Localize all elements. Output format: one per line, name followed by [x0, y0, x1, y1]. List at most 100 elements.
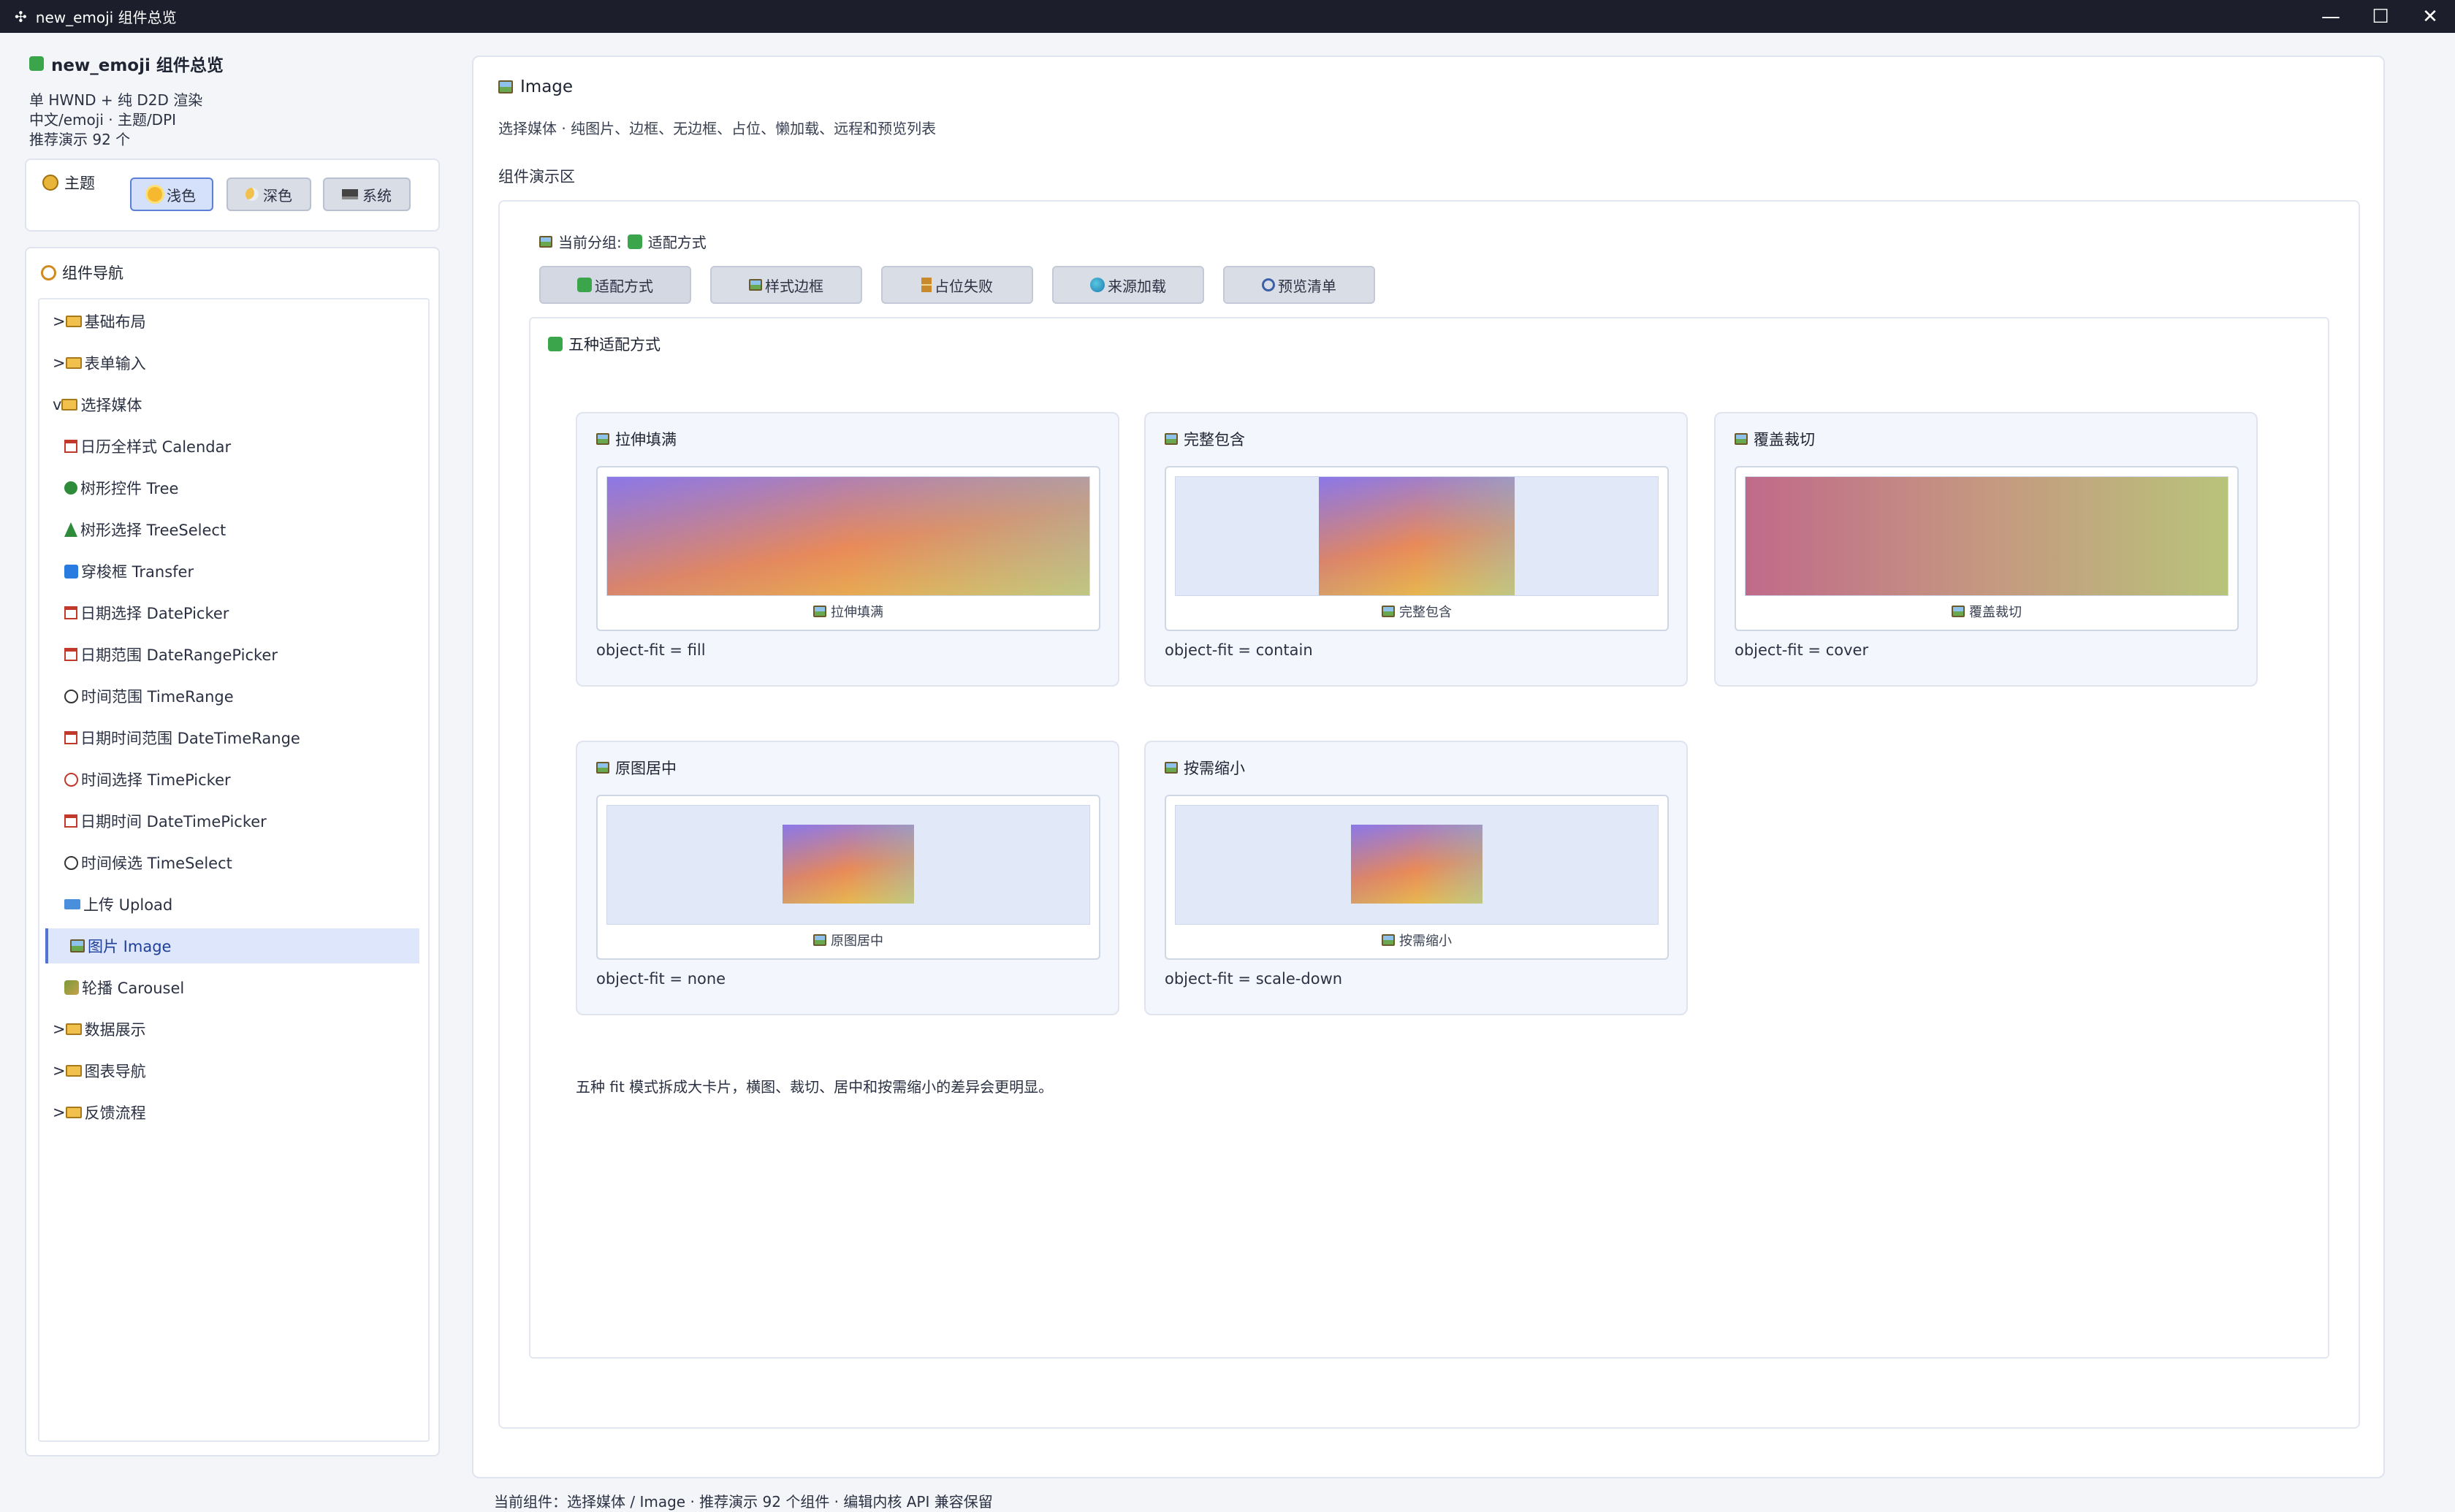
- globe-icon: [1090, 278, 1105, 292]
- picture-icon: [1952, 606, 1965, 617]
- page-title: Image: [498, 77, 573, 96]
- demo-image: [1319, 477, 1515, 595]
- nav-group-data-display[interactable]: > 数据展示: [39, 1012, 430, 1047]
- theme-light-button[interactable]: 浅色: [130, 177, 213, 211]
- demo-image: [1746, 477, 2228, 595]
- nav-item-datepicker[interactable]: 日期选择 DatePicker: [39, 595, 430, 630]
- minimize-button[interactable]: —: [2306, 0, 2356, 33]
- nav-item-timepicker[interactable]: 时间选择 TimePicker: [39, 762, 430, 797]
- demo-area: 当前分组: 适配方式 适配方式 样式边框 占位失败 来源加载 预览清单 五种适配…: [498, 200, 2360, 1429]
- image-viewport: [606, 476, 1090, 596]
- window-title: new_emoji 组件总览: [35, 9, 177, 26]
- info-line: 中文/emoji · 主题/DPI: [29, 111, 177, 129]
- image-frame[interactable]: 完整包含: [1165, 466, 1669, 631]
- image-viewport: [1175, 476, 1659, 596]
- tab-border-styles[interactable]: 样式边框: [710, 266, 862, 304]
- card-title: 完整包含: [1165, 428, 1245, 450]
- folder-icon: [65, 1107, 82, 1118]
- image-caption: 完整包含: [1166, 602, 1667, 621]
- image-frame[interactable]: 覆盖裁切: [1735, 466, 2239, 631]
- calendar-icon: [64, 606, 77, 619]
- image-viewport: [1175, 805, 1659, 925]
- alarm-clock-icon: [64, 772, 78, 787]
- nav-item-upload[interactable]: 上传 Upload: [39, 887, 430, 922]
- palette-icon: [42, 175, 58, 191]
- fit-value: object-fit = contain: [1165, 641, 1313, 659]
- puzzle-icon: [29, 56, 44, 71]
- image-viewport: [606, 805, 1090, 925]
- tab-fit-modes[interactable]: 适配方式: [539, 266, 691, 304]
- theme-card: 主题 浅色 深色 系统: [25, 159, 440, 232]
- card-title: 覆盖裁切: [1735, 428, 1815, 450]
- demo-image: [783, 825, 914, 904]
- swap-icon: [64, 564, 78, 579]
- nav-group-chart-nav[interactable]: > 图表导航: [39, 1053, 430, 1088]
- status-bar: 当前组件：选择媒体 / Image · 推荐演示 92 个组件 · 编辑内核 A…: [494, 1493, 993, 1511]
- folder-icon: [65, 316, 82, 327]
- nav-item-treeselect[interactable]: 树形选择 TreeSelect: [39, 512, 430, 547]
- section-footnote: 五种 fit 模式拆成大卡片，横图、裁切、居中和按需缩小的差异会更明显。: [576, 1078, 1054, 1096]
- tab-source-loading[interactable]: 来源加载: [1052, 266, 1204, 304]
- nav-item-calendar[interactable]: 日历全样式 Calendar: [39, 429, 430, 464]
- main-panel: Image 选择媒体 · 纯图片、边框、无边框、占位、懒加载、远程和预览列表 组…: [472, 56, 2385, 1478]
- fit-card-contain: 完整包含 完整包含 object-fit = contain: [1144, 412, 1688, 687]
- tab-placeholder-error[interactable]: 占位失败: [881, 266, 1033, 304]
- image-frame[interactable]: 原图居中: [596, 795, 1100, 960]
- nav-item-timeselect[interactable]: 时间候选 TimeSelect: [39, 845, 430, 880]
- nav-item-datetimepicker[interactable]: 日期时间 DateTimePicker: [39, 803, 430, 839]
- card-title: 拉伸填满: [596, 428, 677, 450]
- nav-item-transfer[interactable]: 穿梭框 Transfer: [39, 554, 430, 589]
- theme-dark-button[interactable]: 深色: [227, 177, 311, 211]
- image-caption: 拉伸填满: [598, 602, 1099, 621]
- calendar-icon: [64, 814, 77, 828]
- tree-icon: [64, 481, 77, 495]
- window-controls: — ☐ ✕: [2306, 0, 2455, 33]
- picture-icon: [1165, 762, 1178, 774]
- nav-group-select-media[interactable]: v 选择媒体: [39, 387, 430, 422]
- fit-value: object-fit = cover: [1735, 641, 1869, 659]
- picture-icon: [596, 762, 609, 774]
- inbox-tray-icon: [64, 899, 80, 909]
- image-viewport: [1745, 476, 2228, 596]
- nav-item-daterangepicker[interactable]: 日期范围 DateRangePicker: [39, 637, 430, 672]
- clock-icon: [64, 855, 78, 870]
- hourglass-icon: [921, 278, 932, 292]
- fit-value: object-fit = fill: [596, 641, 706, 659]
- theme-system-button[interactable]: 系统: [323, 177, 411, 211]
- picture-icon: [1382, 606, 1395, 617]
- nav-item-datetimerange[interactable]: 日期时间范围 DateTimeRange: [39, 720, 430, 755]
- sidebar-header: new_emoji 组件总览 单 HWND + 纯 D2D 渲染 中文/emoj…: [29, 51, 438, 150]
- nav-tree[interactable]: > 基础布局 > 表单输入 v 选择媒体 日历全样式 Calendar 树形控件 Tr…: [38, 298, 430, 1442]
- card-title: 原图居中: [596, 757, 677, 779]
- puzzle-icon: ✣: [15, 7, 27, 26]
- picture-icon: [498, 80, 513, 93]
- nav-item-carousel[interactable]: 轮播 Carousel: [39, 970, 430, 1005]
- info-line: 推荐演示 92 个: [29, 131, 131, 148]
- image-frame[interactable]: 按需缩小: [1165, 795, 1669, 960]
- close-button[interactable]: ✕: [2405, 0, 2455, 33]
- picture-icon: [539, 235, 552, 248]
- nav-item-timerange[interactable]: 时间范围 TimeRange: [39, 679, 430, 714]
- nav-item-image[interactable]: 图片 Image: [45, 928, 419, 963]
- nav-group-feedback[interactable]: > 反馈流程: [39, 1095, 430, 1130]
- sun-icon: [148, 187, 162, 202]
- picture-icon: [1735, 433, 1748, 445]
- title-bar: ✣ new_emoji 组件总览 — ☐ ✕: [0, 0, 2455, 33]
- calendar-icon: [64, 731, 77, 744]
- fit-card-fill: 拉伸填满 拉伸填满 object-fit = fill: [576, 412, 1119, 687]
- nav-group-form-input[interactable]: > 表单输入: [39, 345, 430, 381]
- nav-group-basic-layout[interactable]: > 基础布局: [39, 304, 430, 339]
- theme-label: 主题: [42, 172, 95, 194]
- maximize-button[interactable]: ☐: [2356, 0, 2405, 33]
- info-line: 单 HWND + 纯 D2D 渲染: [29, 91, 203, 109]
- pine-tree-icon: [64, 522, 77, 537]
- folder-icon: [65, 1065, 82, 1077]
- image-frame[interactable]: 拉伸填满: [596, 466, 1100, 631]
- clock-icon: [64, 689, 78, 703]
- folder-icon: [65, 357, 82, 369]
- fit-card-cover: 覆盖裁切 覆盖裁切 object-fit = cover: [1714, 412, 2258, 687]
- tab-preview-list[interactable]: 预览清单: [1223, 266, 1375, 304]
- demo-image: [607, 477, 1089, 595]
- picture-icon: [749, 279, 762, 291]
- nav-item-tree[interactable]: 树形控件 Tree: [39, 470, 430, 505]
